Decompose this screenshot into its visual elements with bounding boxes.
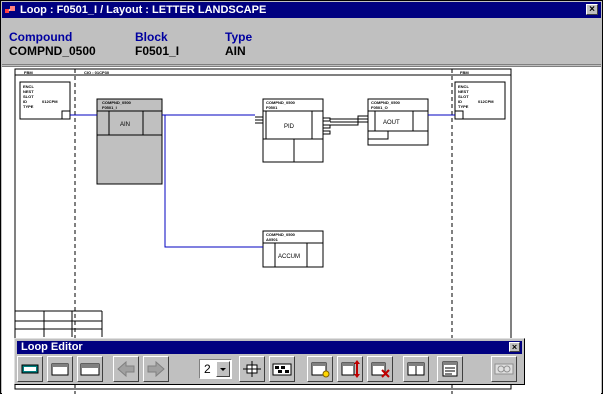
loop-info-bar: Compound COMPND_0500 Block F0501_I Type … — [2, 19, 601, 65]
ain-block-header-2: F0501_I — [102, 105, 117, 110]
forward-arrow-icon — [147, 360, 165, 378]
compound-info: Compound COMPND_0500 — [9, 30, 96, 58]
aout-block-label: AOUT — [383, 120, 400, 126]
overview-icon — [272, 363, 292, 376]
type-value: AIN — [225, 44, 246, 58]
forward-button[interactable] — [143, 356, 169, 382]
window-titlebar[interactable]: Loop : F0501_I / Layout : LETTER LANDSCA… — [2, 2, 601, 18]
ain-block: COMPND_0500 F0501_I AIN — [96, 98, 163, 185]
display-mode-icon — [21, 364, 39, 374]
block-label: Block — [135, 30, 168, 44]
add-block-icon — [311, 362, 330, 378]
column-header-cio: CIO : 01CP30 — [84, 70, 110, 75]
loop-editor-titlebar[interactable]: Loop Editor × — [17, 341, 522, 354]
loop-editor-toolbar: Loop Editor × 2 — [14, 338, 525, 385]
compound-label: Compound — [9, 30, 73, 44]
page-select-value: 2 — [204, 362, 211, 376]
left-fbm-box: ENCL NEST SLOT ID 012CPM TYPE — [19, 81, 71, 120]
block-value: F0501_I — [135, 44, 180, 58]
layout-wide-button[interactable] — [77, 356, 103, 382]
print-preview-icon — [494, 363, 514, 375]
left-fbm-id: 012CPM — [42, 99, 58, 104]
left-fbm-line-5: TYPE — [23, 104, 34, 109]
compound-value: COMPND_0500 — [9, 44, 96, 58]
window-close-button[interactable]: × — [586, 4, 598, 15]
layout-normal-button[interactable] — [47, 356, 73, 382]
loop-app-icon — [5, 6, 15, 13]
loop-editor-title: Loop Editor — [21, 341, 83, 353]
add-block-button[interactable] — [307, 356, 333, 382]
split-view-icon — [407, 362, 425, 376]
pid-block-label: PID — [284, 124, 295, 130]
page-select[interactable]: 2 — [199, 359, 232, 379]
ain-block-label: AIN — [120, 122, 130, 128]
title-block — [15, 310, 103, 337]
layout-wide-icon — [80, 363, 100, 376]
right-fbm-id-text: 012CPM — [478, 99, 494, 104]
aout-block: COMPND_0500 F0501_O AOUT — [367, 98, 429, 146]
accum-block: COMPND_0500 A0501 ACCUM — [262, 230, 324, 268]
right-fbm-box: ENCL NEST SLOT ID 012CPM TYPE — [454, 81, 506, 120]
loop-window: Loop : F0501_I / Layout : LETTER LANDSCA… — [0, 0, 603, 394]
aout-block-header-2: F0501_O — [371, 105, 388, 110]
type-info: Type AIN — [225, 30, 252, 58]
layout-normal-icon — [51, 363, 69, 376]
properties-icon — [442, 361, 458, 377]
type-label: Type — [225, 30, 253, 44]
loop-editor-close-button[interactable]: × — [509, 342, 520, 352]
split-view-button[interactable] — [403, 356, 429, 382]
fit-center-button[interactable] — [239, 356, 265, 382]
move-block-button[interactable] — [337, 356, 363, 382]
back-button[interactable] — [113, 356, 139, 382]
right-fbm-line-5: TYPE — [458, 104, 469, 109]
window-title: Loop : F0501_I / Layout : LETTER LANDSCA… — [20, 4, 267, 16]
display-mode-button[interactable] — [17, 356, 43, 382]
wire-ain-to-accum — [164, 115, 263, 248]
column-header-right: FBM — [460, 70, 469, 75]
back-arrow-icon — [117, 360, 135, 378]
pid-block: COMPND_0500 F0501 PID — [255, 98, 331, 163]
wire-pid-to-aout-3 — [330, 115, 368, 126]
block-info: Block F0501_I — [135, 30, 179, 58]
delete-block-button[interactable] — [367, 356, 393, 382]
move-block-icon — [341, 360, 360, 378]
chevron-down-icon[interactable] — [216, 361, 230, 377]
accum-block-header-2: A0501 — [266, 237, 279, 242]
print-preview-button[interactable] — [491, 356, 517, 382]
pid-block-header-2: F0501 — [266, 105, 278, 110]
accum-block-label: ACCUM — [278, 254, 300, 260]
fit-center-icon — [243, 361, 261, 377]
properties-button[interactable] — [437, 356, 463, 382]
overview-button[interactable] — [269, 356, 295, 382]
column-header-left: FBM — [24, 70, 33, 75]
delete-block-icon — [371, 362, 390, 378]
